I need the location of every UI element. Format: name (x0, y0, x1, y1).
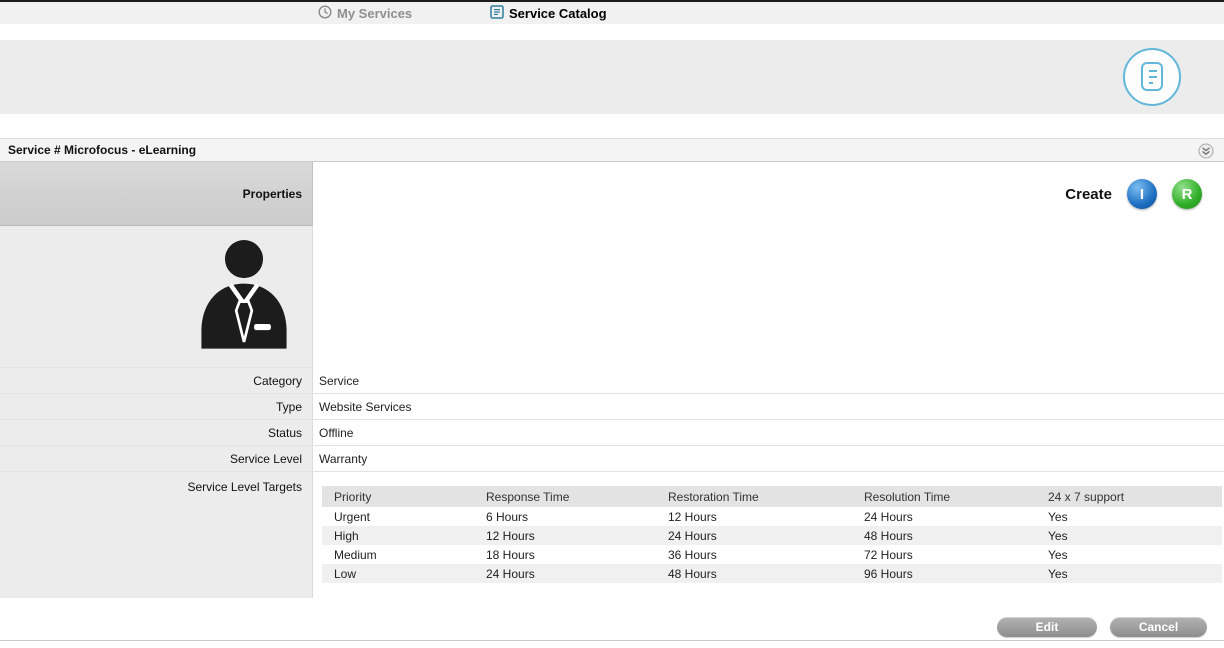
properties-header-row: Properties Create I R (0, 162, 1224, 226)
tab-service-catalog[interactable]: Service Catalog (486, 2, 611, 24)
clock-icon (318, 5, 332, 22)
avatar-row-spacer (313, 226, 1224, 368)
tab-service-catalog-label: Service Catalog (509, 6, 607, 21)
service-catalog-screen: My Services Service Catalog Ser (0, 0, 1224, 648)
slt-header-row: Priority Response Time Restoration Time … (322, 486, 1222, 507)
cell: 24 Hours (656, 526, 852, 545)
service-level-value: Warranty (313, 446, 1224, 471)
catalog-icon (490, 5, 504, 22)
tab-my-services-label: My Services (337, 6, 412, 21)
cell: 96 Hours (852, 564, 1036, 583)
field-row-status: Status Offline (0, 420, 1224, 446)
cell: Yes (1036, 545, 1222, 564)
cell: Medium (322, 545, 474, 564)
double-chevron-icon[interactable] (1198, 143, 1214, 159)
service-level-label: Service Level (0, 446, 313, 471)
create-request-button[interactable]: R (1172, 179, 1202, 209)
service-title: Service # Microfocus - eLearning (0, 143, 196, 157)
cell: 12 Hours (656, 507, 852, 526)
cell: Low (322, 564, 474, 583)
cell: 24 Hours (474, 564, 656, 583)
cell: Urgent (322, 507, 474, 526)
field-row-service-level: Service Level Warranty (0, 446, 1224, 472)
slt-table: Priority Response Time Restoration Time … (322, 486, 1222, 583)
slt-row-urgent: Urgent 6 Hours 12 Hours 24 Hours Yes (322, 507, 1222, 526)
category-label: Category (0, 368, 313, 393)
status-label: Status (0, 420, 313, 445)
slt-row-high: High 12 Hours 24 Hours 48 Hours Yes (322, 526, 1222, 545)
slt-table-wrap: Priority Response Time Restoration Time … (313, 472, 1224, 598)
header-band (0, 40, 1224, 114)
cell: 12 Hours (474, 526, 656, 545)
bottom-divider (0, 640, 1224, 641)
tab-my-services[interactable]: My Services (314, 2, 416, 24)
cell: High (322, 526, 474, 545)
cell: 6 Hours (474, 507, 656, 526)
catalog-circle-icon (1122, 47, 1182, 107)
cell: Yes (1036, 526, 1222, 545)
field-row-category: Category Service (0, 368, 1224, 394)
avatar-row (0, 226, 1224, 368)
cell: Yes (1036, 507, 1222, 526)
cell: 18 Hours (474, 545, 656, 564)
cell: Yes (1036, 564, 1222, 583)
service-level-targets-block: Service Level Targets Priority Response … (0, 472, 1224, 598)
type-label: Type (0, 394, 313, 419)
category-value: Service (313, 368, 1224, 393)
col-response-time: Response Time (474, 486, 656, 507)
properties-section-label: Properties (0, 162, 313, 226)
create-label: Create (1065, 186, 1112, 203)
create-incident-button[interactable]: I (1127, 179, 1157, 209)
create-actions: Create I R (313, 162, 1224, 226)
col-resolution-time: Resolution Time (852, 486, 1036, 507)
cell: 48 Hours (656, 564, 852, 583)
edit-button[interactable]: Edit (997, 617, 1097, 637)
col-24x7-support: 24 x 7 support (1036, 486, 1222, 507)
field-row-type: Type Website Services (0, 394, 1224, 420)
catalog-circle-button[interactable] (1122, 47, 1182, 107)
cell: 72 Hours (852, 545, 1036, 564)
type-value: Website Services (313, 394, 1224, 419)
cell: 48 Hours (852, 526, 1036, 545)
col-priority: Priority (322, 486, 474, 507)
col-restoration-time: Restoration Time (656, 486, 852, 507)
cancel-button[interactable]: Cancel (1110, 617, 1207, 637)
slt-row-low: Low 24 Hours 48 Hours 96 Hours Yes (322, 564, 1222, 583)
service-level-targets-label: Service Level Targets (0, 472, 313, 598)
status-value: Offline (313, 420, 1224, 445)
cell: 36 Hours (656, 545, 852, 564)
slt-row-medium: Medium 18 Hours 36 Hours 72 Hours Yes (322, 545, 1222, 564)
cell: 24 Hours (852, 507, 1036, 526)
avatar-cell (0, 226, 313, 368)
service-title-bar: Service # Microfocus - eLearning (0, 138, 1224, 162)
business-person-icon (188, 232, 300, 360)
top-tab-bar: My Services Service Catalog (0, 0, 1224, 24)
